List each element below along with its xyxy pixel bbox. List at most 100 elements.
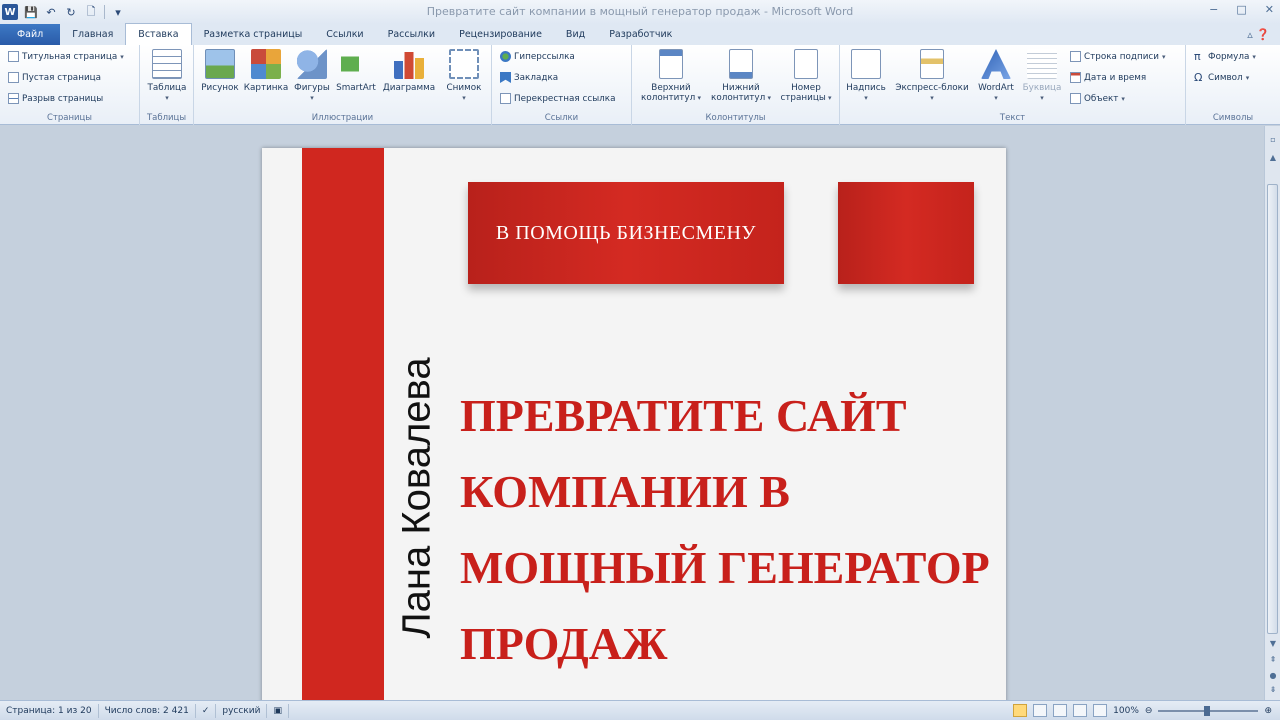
next-page-icon[interactable]: ⇟ <box>1267 684 1279 696</box>
hyperlink-icon <box>500 51 511 62</box>
group-label-header-footer: Колонтитулы <box>705 113 766 123</box>
author-name: Лана Ковалева <box>394 357 439 639</box>
group-tables: Таблица ▾ Таблицы <box>140 45 194 125</box>
blank-page-icon <box>8 72 19 83</box>
clipart-button[interactable]: Картинка <box>244 49 288 93</box>
spelling-check-icon[interactable]: ✓ <box>196 703 217 718</box>
symbol-button[interactable]: Ω Символ ▾ <box>1194 72 1249 83</box>
ruler-toggle-icon[interactable]: ▫ <box>1267 134 1279 146</box>
zoom-in-icon[interactable]: ⊕ <box>1264 706 1272 716</box>
chart-button[interactable]: Диаграмма <box>382 49 436 93</box>
zoom-slider[interactable] <box>1158 705 1259 716</box>
screenshot-icon <box>449 49 479 79</box>
tab-developer[interactable]: Разработчик <box>597 24 684 45</box>
tab-review[interactable]: Рецензирование <box>447 24 554 45</box>
full-screen-reading-view-icon[interactable] <box>1033 704 1048 717</box>
ribbon-tabs: Файл Главная Вставка Разметка страницы С… <box>0 23 1280 45</box>
close-button[interactable]: ✕ <box>1265 3 1274 16</box>
minimize-button[interactable]: − <box>1209 3 1218 16</box>
previous-page-icon[interactable]: ⇞ <box>1267 654 1279 666</box>
headline-line: ПРОДАЖ <box>460 618 668 669</box>
zoom-slider-knob[interactable] <box>1204 705 1211 716</box>
scroll-thumb[interactable] <box>1267 184 1278 634</box>
banner-decoration <box>838 182 974 284</box>
table-icon <box>152 49 182 79</box>
hyperlink-button[interactable]: Гиперссылка <box>500 51 575 62</box>
shapes-icon <box>297 49 327 79</box>
textbox-button[interactable]: Надпись ▾ <box>844 49 888 103</box>
group-symbols: π Формула ▾ Ω Символ ▾ Символы <box>1186 45 1280 125</box>
screenshot-button[interactable]: Снимок ▾ <box>442 49 486 103</box>
tab-insert[interactable]: Вставка <box>125 23 192 45</box>
smartart-button[interactable]: SmartArt <box>334 49 378 93</box>
document-page[interactable]: Лана Ковалева В ПОМОЩЬ БИЗНЕСМЕНУ ПРЕВРА… <box>262 148 1006 700</box>
headline-line: КОМПАНИИ В <box>460 466 790 517</box>
blank-page-button[interactable]: Пустая страница <box>8 72 101 83</box>
page-break-button[interactable]: Разрыв страницы <box>8 93 103 104</box>
date-time-button[interactable]: Дата и время <box>1070 72 1146 83</box>
group-label-illustrations: Иллюстрации <box>311 113 374 123</box>
table-button[interactable]: Таблица ▾ <box>146 49 188 103</box>
page-break-icon <box>8 93 19 104</box>
document-area[interactable]: Лана Ковалева В ПОМОЩЬ БИЗНЕСМЕНУ ПРЕВРА… <box>0 126 1264 700</box>
page-number-icon <box>794 49 818 79</box>
smartart-icon <box>341 49 371 79</box>
web-layout-view-icon[interactable] <box>1053 704 1068 717</box>
print-layout-view-icon[interactable] <box>1013 704 1028 717</box>
cover-headline: ПРЕВРАТИТЕ САЙТ КОМПАНИИ В МОЩНЫЙ ГЕНЕРА… <box>460 378 1000 682</box>
tab-mailings[interactable]: Рассылки <box>376 24 447 45</box>
cover-page-icon <box>8 51 19 62</box>
language-indicator[interactable]: русский <box>216 703 268 718</box>
object-button[interactable]: Объект ▾ <box>1070 93 1125 104</box>
cross-reference-button[interactable]: Перекрестная ссылка <box>500 93 615 104</box>
signature-line-button[interactable]: Строка подписи ▾ <box>1070 51 1166 62</box>
footer-button[interactable]: Нижний колонтитул ▾ <box>706 49 776 103</box>
textbox-icon <box>851 49 881 79</box>
help-icon[interactable]: ❓ <box>1256 28 1270 41</box>
word-count[interactable]: Число слов: 2 421 <box>99 703 196 718</box>
vertical-scrollbar[interactable]: ▫ ▲ ▼ ⇞ ● ⇟ <box>1264 126 1280 700</box>
signature-line-icon <box>1070 51 1081 62</box>
scroll-down-icon[interactable]: ▼ <box>1267 638 1279 650</box>
tab-page-layout[interactable]: Разметка страницы <box>192 24 315 45</box>
omega-icon: Ω <box>1194 71 1203 84</box>
maximize-button[interactable]: □ <box>1236 3 1246 16</box>
header-button[interactable]: Верхний колонтитул ▾ <box>636 49 706 103</box>
shapes-button[interactable]: Фигуры ▾ <box>292 49 332 103</box>
tab-file[interactable]: Файл <box>0 24 61 45</box>
ribbon-minimize-help: ▵ ❓ <box>1247 28 1270 41</box>
headline-line: МОЩНЫЙ ГЕНЕРАТОР <box>460 542 990 593</box>
tab-home[interactable]: Главная <box>60 24 125 45</box>
chart-icon <box>394 52 424 79</box>
window-title: Превратите сайт компании в мощный генера… <box>426 5 854 18</box>
minimize-ribbon-icon[interactable]: ▵ <box>1247 28 1253 41</box>
draft-view-icon[interactable] <box>1093 704 1108 717</box>
group-label-links: Ссылки <box>544 113 579 123</box>
cover-page-button[interactable]: Титульная страница ▾ <box>8 51 124 62</box>
zoom-out-icon[interactable]: ⊖ <box>1145 706 1153 716</box>
macro-record-icon[interactable]: ▣ <box>267 703 289 718</box>
group-label-text: Текст <box>999 113 1026 123</box>
browse-object-icon[interactable]: ● <box>1267 670 1279 682</box>
bookmark-button[interactable]: Закладка <box>500 72 558 83</box>
page-number-button[interactable]: Номер страницы ▾ <box>776 49 836 103</box>
group-label-symbols: Символы <box>1212 113 1254 123</box>
equation-button[interactable]: π Формула ▾ <box>1194 51 1256 62</box>
cover-red-bar <box>302 148 384 700</box>
scroll-up-icon[interactable]: ▲ <box>1267 152 1279 164</box>
tab-view[interactable]: Вид <box>554 24 597 45</box>
banner-tagline: В ПОМОЩЬ БИЗНЕСМЕНУ <box>468 182 784 284</box>
tab-references[interactable]: Ссылки <box>314 24 375 45</box>
picture-button[interactable]: Рисунок <box>200 49 240 93</box>
outline-view-icon[interactable] <box>1073 704 1088 717</box>
group-text: Надпись ▾ Экспресс-блоки ▾ WordArt ▾ Буквиц… <box>840 45 1186 125</box>
dropcap-button[interactable]: Буквица ▾ <box>1020 49 1064 103</box>
bookmark-icon <box>500 72 511 83</box>
quick-parts-button[interactable]: Экспресс-блоки ▾ <box>892 49 972 103</box>
zoom-level[interactable]: 100% <box>1113 706 1139 716</box>
header-icon <box>659 49 683 79</box>
view-and-zoom-controls: 100% ⊖ ⊕ <box>1013 704 1272 717</box>
group-illustrations: Рисунок Картинка Фигуры ▾ SmartArt Диагра… <box>194 45 492 125</box>
page-counter[interactable]: Страница: 1 из 20 <box>0 703 99 718</box>
wordart-button[interactable]: WordArt ▾ <box>974 49 1018 103</box>
